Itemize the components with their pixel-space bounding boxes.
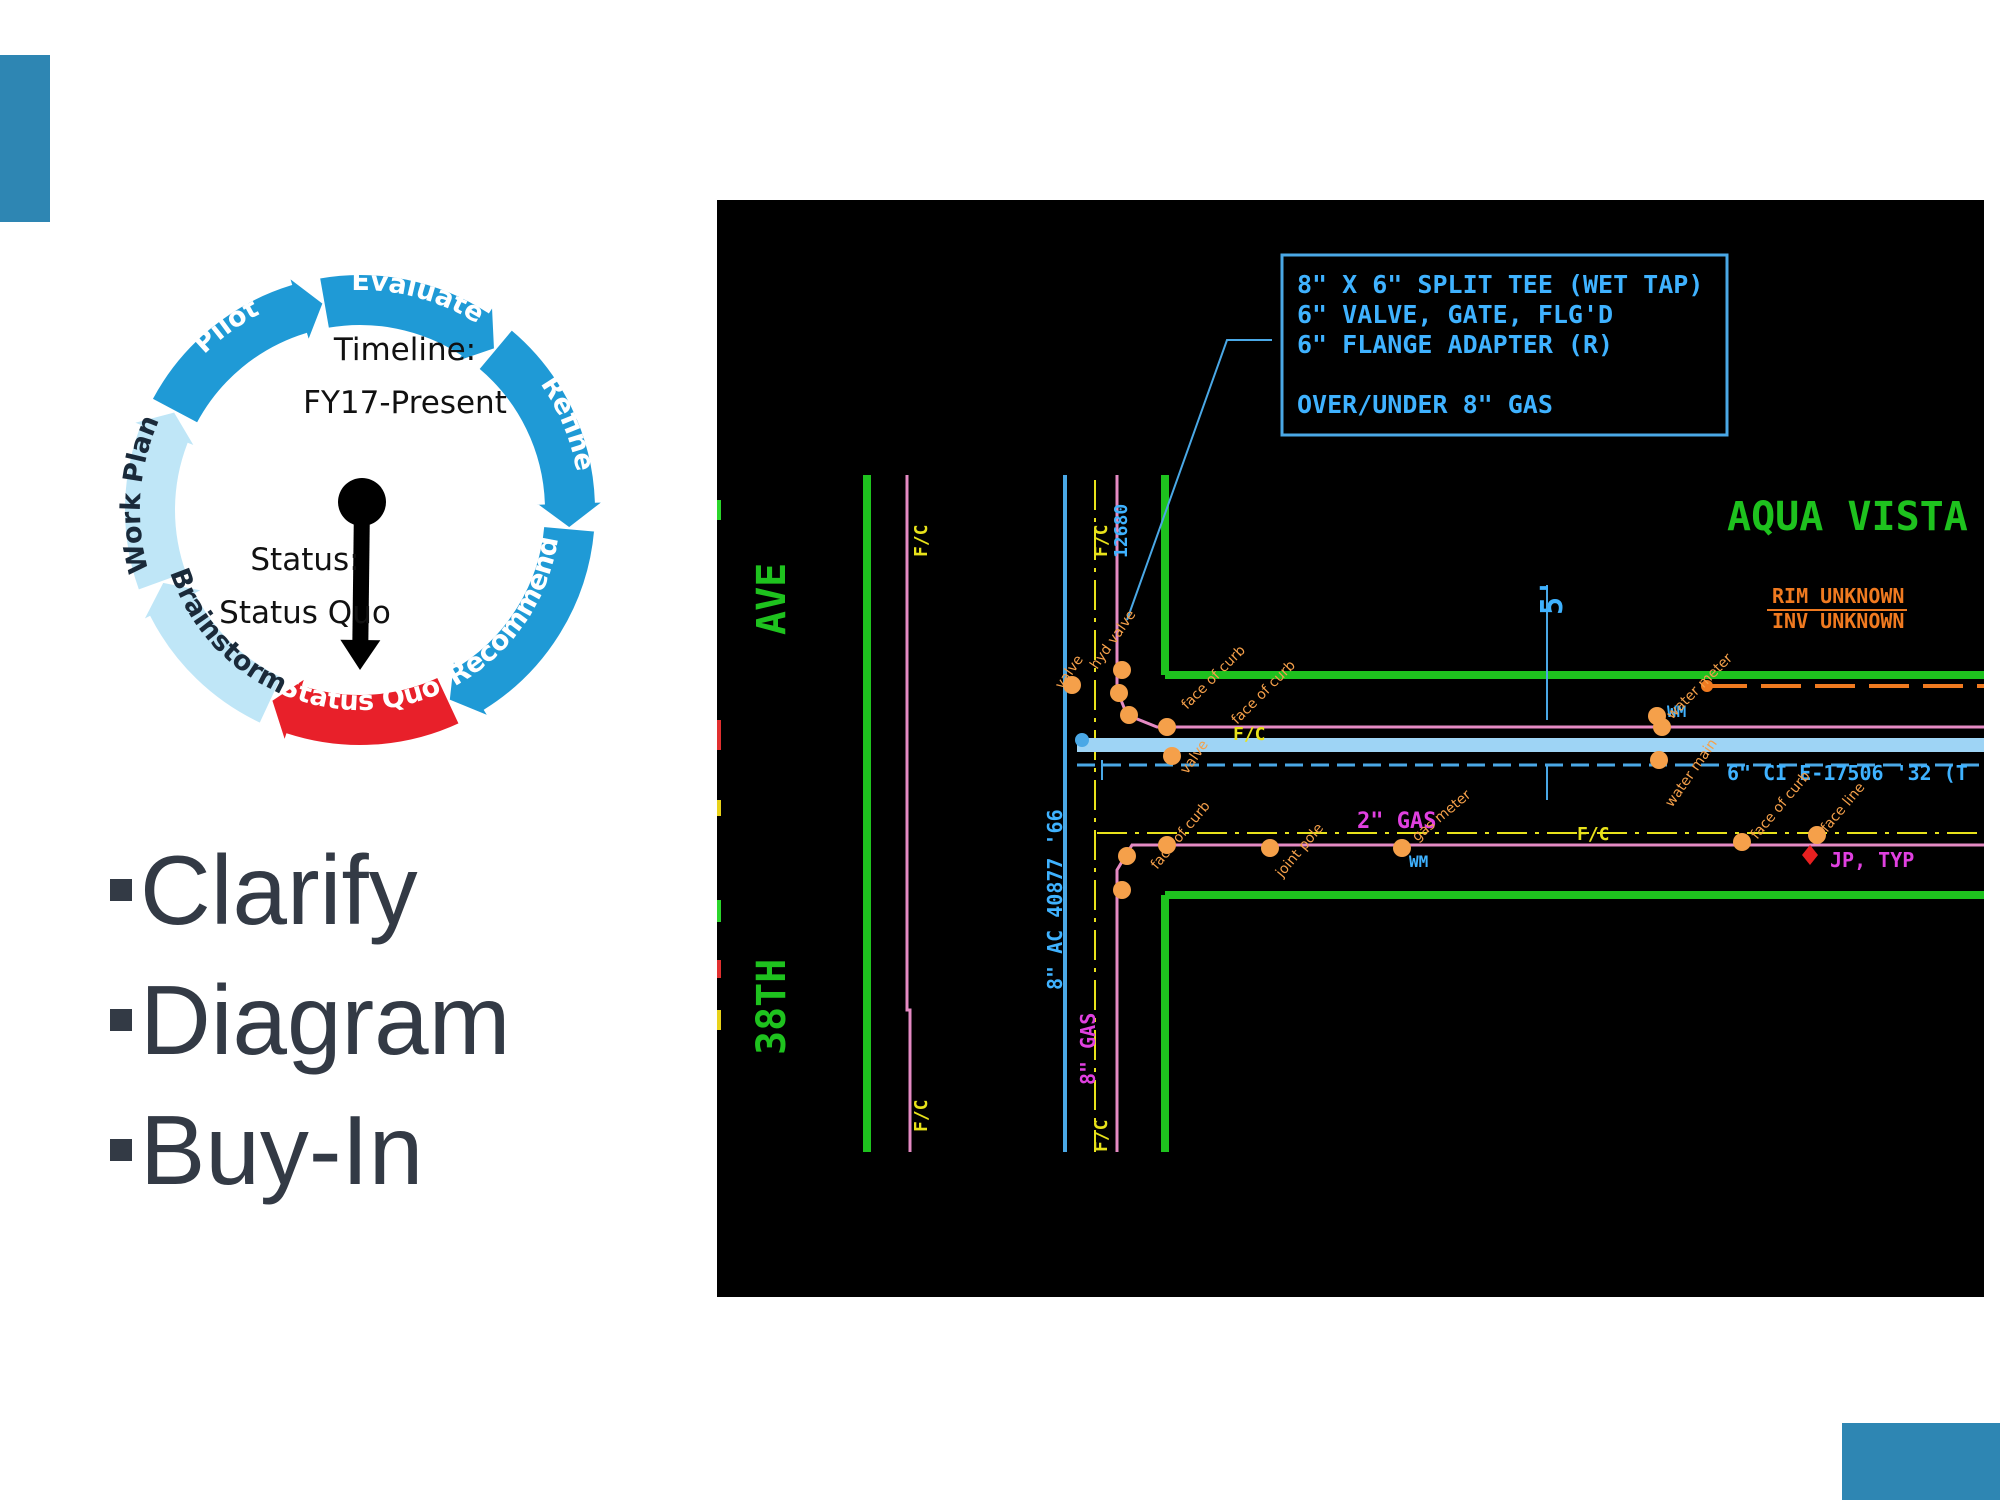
bullet-item: Buy-In [110, 1085, 510, 1215]
street-label-aqua-vista: AQUA VISTA [1727, 494, 1968, 540]
callout-line-1: 8" X 6" SPLIT TEE (WET TAP) [1297, 270, 1703, 299]
inv-note: INV UNKNOWN [1772, 609, 1904, 633]
gas-vertical-label: 8" GAS [1076, 1013, 1100, 1085]
cycle-ring: Status QuoBrainstormWork PlanPilotEvalua… [116, 266, 607, 747]
fc-labels: F/C F/C F/C F/C F/C F/C [911, 524, 1610, 1152]
bullet-item: Diagram [110, 955, 510, 1085]
bullet-item: Clarify [110, 825, 510, 955]
callout-line-3: 6" FLANGE ADAPTER (R) [1297, 330, 1613, 359]
timeline-value: FY17-Present [303, 385, 507, 421]
callout-line-2: 6" VALVE, GATE, FLG'D [1297, 300, 1613, 329]
bullet-text: Diagram [140, 964, 511, 1075]
bullet-square-icon [110, 1009, 132, 1031]
edge-marks [717, 500, 721, 1030]
cad-utility-drawing: 8" X 6" SPLIT TEE (WET TAP) 6" VALVE, GA… [717, 200, 1984, 1297]
timeline-label: Timeline: [333, 332, 477, 368]
callout-line-4: OVER/UNDER 8" GAS [1297, 390, 1553, 419]
survey-points [1063, 661, 1826, 899]
fc-label: F/C [911, 1099, 932, 1132]
dimension-label: 5' [1535, 579, 1570, 615]
bullet-text: Buy-In [140, 1094, 424, 1205]
bullet-text: Clarify [140, 834, 418, 945]
fc-label: F/C [1091, 524, 1112, 557]
accent-bar-bottom [1842, 1423, 2000, 1500]
bullet-list: Clarify Diagram Buy-In [110, 825, 510, 1215]
fc-label: F/C [1091, 1119, 1112, 1152]
wm-label: WM [1409, 852, 1428, 871]
jp-note: JP, TYP [1830, 848, 1914, 872]
point-label: joint pole [1272, 820, 1327, 881]
joint-pole-marker [1802, 845, 1818, 865]
process-cycle-diagram: Status Quo Brainstorm Work Plan Pilot Evalua… [90, 240, 630, 780]
accent-bar-top [0, 55, 50, 222]
street-label-ave: AVE [749, 563, 795, 635]
face-line-left [905, 475, 912, 1152]
bullet-square-icon [110, 879, 132, 901]
cad-canvas: 8" X 6" SPLIT TEE (WET TAP) 6" VALVE, GA… [717, 253, 1984, 1152]
ac-main-label: 8" AC 40877 '66 [1043, 809, 1067, 990]
point-label: face of curb [1229, 657, 1299, 727]
point-label: face of curb [1148, 798, 1214, 872]
rim-note: RIM UNKNOWN [1772, 584, 1904, 608]
status-label: Status: [250, 542, 360, 578]
point-label: face line [1818, 780, 1869, 836]
bullet-square-icon [110, 1139, 132, 1161]
fc-label: F/C [1577, 824, 1610, 845]
ci-main-label: 6" CI E-17506 '32 (T [1727, 761, 1968, 785]
pipe-id-label: 12680 [1111, 504, 1132, 558]
status-value: Status Quo [219, 595, 391, 631]
fc-label: F/C [911, 524, 932, 557]
callout-leader [1126, 339, 1272, 621]
street-label-38th: 38TH [749, 959, 795, 1055]
